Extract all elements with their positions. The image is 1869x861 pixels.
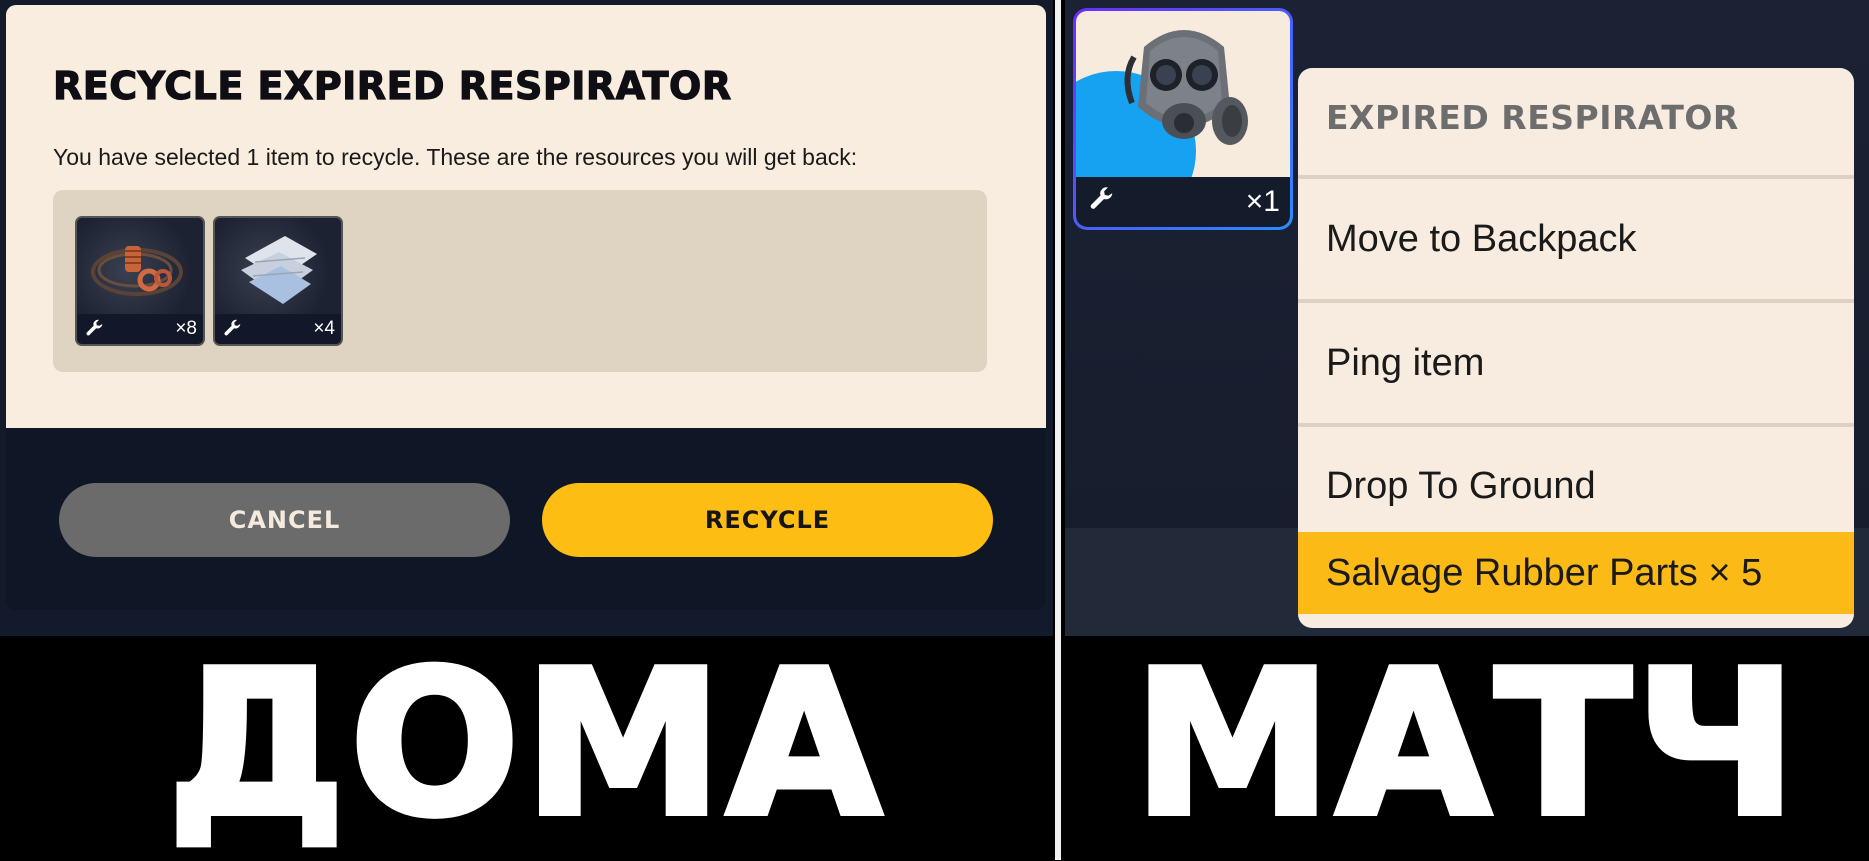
resource-list: ×8 ×4	[53, 190, 987, 372]
wrench-icon	[86, 319, 103, 336]
menu-item-drop-to-ground[interactable]: Drop To Ground	[1298, 427, 1854, 545]
resource-slot-copper-wire[interactable]: ×8	[75, 216, 205, 346]
cancel-button[interactable]: CANCEL	[59, 483, 510, 557]
wrench-icon	[224, 319, 241, 336]
divider-line	[1055, 0, 1061, 860]
respirator-icon	[1124, 30, 1248, 145]
resource-quantity: ×8	[175, 318, 197, 339]
dialog-description: You have selected 1 item to recycle. The…	[53, 144, 858, 170]
item-card-respirator[interactable]: ×1	[1073, 8, 1293, 230]
copper-wire-icon	[77, 218, 203, 314]
fabric-icon	[215, 218, 341, 314]
caption-home: ДОМА	[165, 628, 886, 861]
dialog-title: RECYCLE EXPIRED RESPIRATOR	[52, 63, 732, 108]
resource-quantity: ×4	[313, 318, 335, 339]
menu-header: EXPIRED RESPIRATOR	[1326, 98, 1739, 137]
menu-item-ping-item[interactable]: Ping item	[1298, 303, 1854, 423]
match-panel: ×1 EXPIRED RESPIRATOR Move to Backpack P…	[1065, 0, 1869, 636]
recycle-panel: RECYCLE EXPIRED RESPIRATOR You have sele…	[0, 0, 1053, 636]
item-quantity: ×1	[1245, 185, 1280, 218]
wrench-icon	[1090, 187, 1113, 209]
recycle-button[interactable]: RECYCLE	[542, 483, 993, 557]
resource-slot-fabric[interactable]: ×4	[213, 216, 343, 346]
menu-item-move-to-backpack[interactable]: Move to Backpack	[1298, 179, 1854, 299]
context-menu: EXPIRED RESPIRATOR Move to Backpack Ping…	[1298, 68, 1854, 628]
menu-item-salvage[interactable]: Salvage Rubber Parts × 5	[1298, 532, 1854, 614]
caption-match: МАТЧ	[1130, 628, 1801, 861]
